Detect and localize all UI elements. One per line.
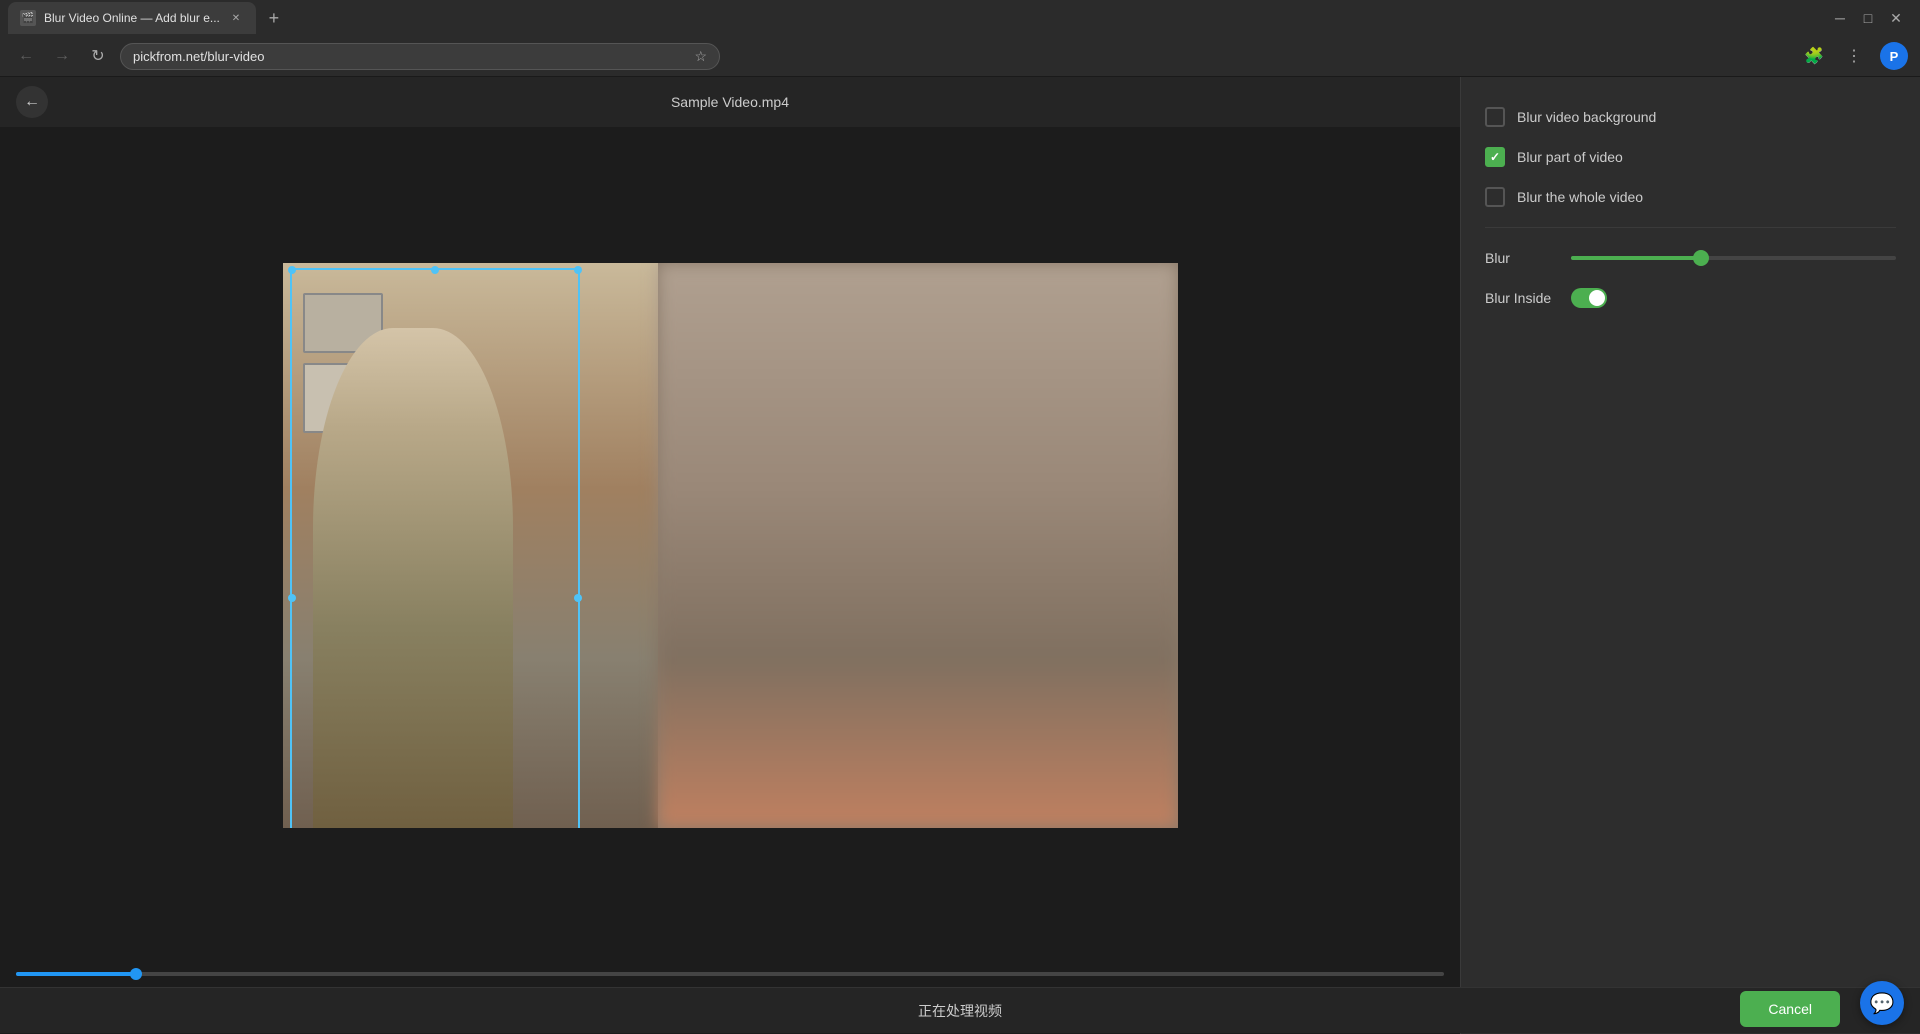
- tab-title: Blur Video Online — Add blur e...: [44, 11, 220, 25]
- progress-filled: [16, 972, 136, 976]
- tab-favicon: 🎬: [20, 10, 36, 26]
- address-bar: ← → ↻ pickfrom.net/blur-video ☆ 🧩 ⋮ P: [0, 36, 1920, 76]
- blur-part-option: Blur part of video: [1485, 147, 1896, 167]
- tab-close-button[interactable]: ✕: [228, 10, 244, 26]
- bookmark-icon[interactable]: ☆: [694, 48, 707, 65]
- blur-background-option: Blur video background: [1485, 107, 1896, 127]
- browser-chrome: 🎬 Blur Video Online — Add blur e... ✕ + …: [0, 0, 1920, 77]
- video-wrapper: [0, 127, 1460, 964]
- blur-slider-row: Blur: [1485, 248, 1896, 268]
- blur-background-checkbox[interactable]: [1485, 107, 1505, 127]
- url-text: pickfrom.net/blur-video: [133, 49, 694, 64]
- new-tab-button[interactable]: +: [260, 4, 288, 32]
- video-player: [283, 263, 1178, 828]
- chat-bubble-button[interactable]: 💬: [1860, 981, 1904, 1025]
- user-avatar[interactable]: P: [1880, 42, 1908, 70]
- reload-button[interactable]: ↻: [84, 42, 112, 70]
- back-button[interactable]: ←: [16, 86, 48, 118]
- video-left-region: [283, 263, 659, 828]
- app-container: ← Sample Video.mp4: [0, 77, 1920, 1034]
- progress-bar[interactable]: [16, 972, 1444, 976]
- right-panel: Blur video background Blur part of video…: [1460, 77, 1920, 1034]
- divider: [1485, 227, 1896, 228]
- blur-inside-row: Blur Inside: [1485, 288, 1896, 308]
- video-frame: [283, 263, 1178, 828]
- blur-part-checkbox[interactable]: [1485, 147, 1505, 167]
- active-tab[interactable]: 🎬 Blur Video Online — Add blur e... ✕: [8, 2, 256, 34]
- forward-nav-button[interactable]: →: [48, 42, 76, 70]
- extensions-button[interactable]: 🧩: [1800, 42, 1828, 70]
- blur-slider-container: [1571, 248, 1896, 268]
- status-bar: 正在处理视频: [0, 987, 1920, 1033]
- processing-status: 正在处理视频: [918, 1001, 1002, 1021]
- person-figure: [313, 328, 513, 828]
- video-area: ← Sample Video.mp4: [0, 77, 1460, 1034]
- blur-whole-checkbox[interactable]: [1485, 187, 1505, 207]
- blur-slider-thumb[interactable]: [1693, 250, 1709, 266]
- blur-whole-option: Blur the whole video: [1485, 187, 1896, 207]
- blur-slider-track[interactable]: [1571, 256, 1896, 260]
- blur-slider-filled: [1571, 256, 1701, 260]
- profile-menu-button[interactable]: ⋮: [1840, 42, 1868, 70]
- browser-right-controls: 🧩 ⋮ P: [1800, 42, 1908, 70]
- blur-part-label: Blur part of video: [1517, 149, 1623, 165]
- blur-whole-label: Blur the whole video: [1517, 189, 1643, 205]
- chat-icon: 💬: [1870, 991, 1895, 1016]
- blur-inside-toggle[interactable]: [1571, 288, 1607, 308]
- blur-background-label: Blur video background: [1517, 109, 1656, 125]
- close-window-button[interactable]: ✕: [1888, 10, 1904, 26]
- video-header: ← Sample Video.mp4: [0, 77, 1460, 127]
- window-controls: ─ □ ✕: [1832, 10, 1912, 26]
- minimize-button[interactable]: ─: [1832, 10, 1848, 26]
- progress-thumb[interactable]: [130, 968, 142, 980]
- tab-bar: 🎬 Blur Video Online — Add blur e... ✕ + …: [0, 0, 1920, 36]
- video-filename: Sample Video.mp4: [671, 94, 789, 110]
- cancel-button[interactable]: Cancel: [1740, 991, 1840, 1027]
- video-right-region-blurred: [658, 263, 1177, 828]
- blur-inside-label: Blur Inside: [1485, 290, 1555, 306]
- url-bar[interactable]: pickfrom.net/blur-video ☆: [120, 43, 720, 70]
- maximize-button[interactable]: □: [1860, 10, 1876, 26]
- blur-slider-label: Blur: [1485, 250, 1555, 266]
- back-nav-button[interactable]: ←: [12, 42, 40, 70]
